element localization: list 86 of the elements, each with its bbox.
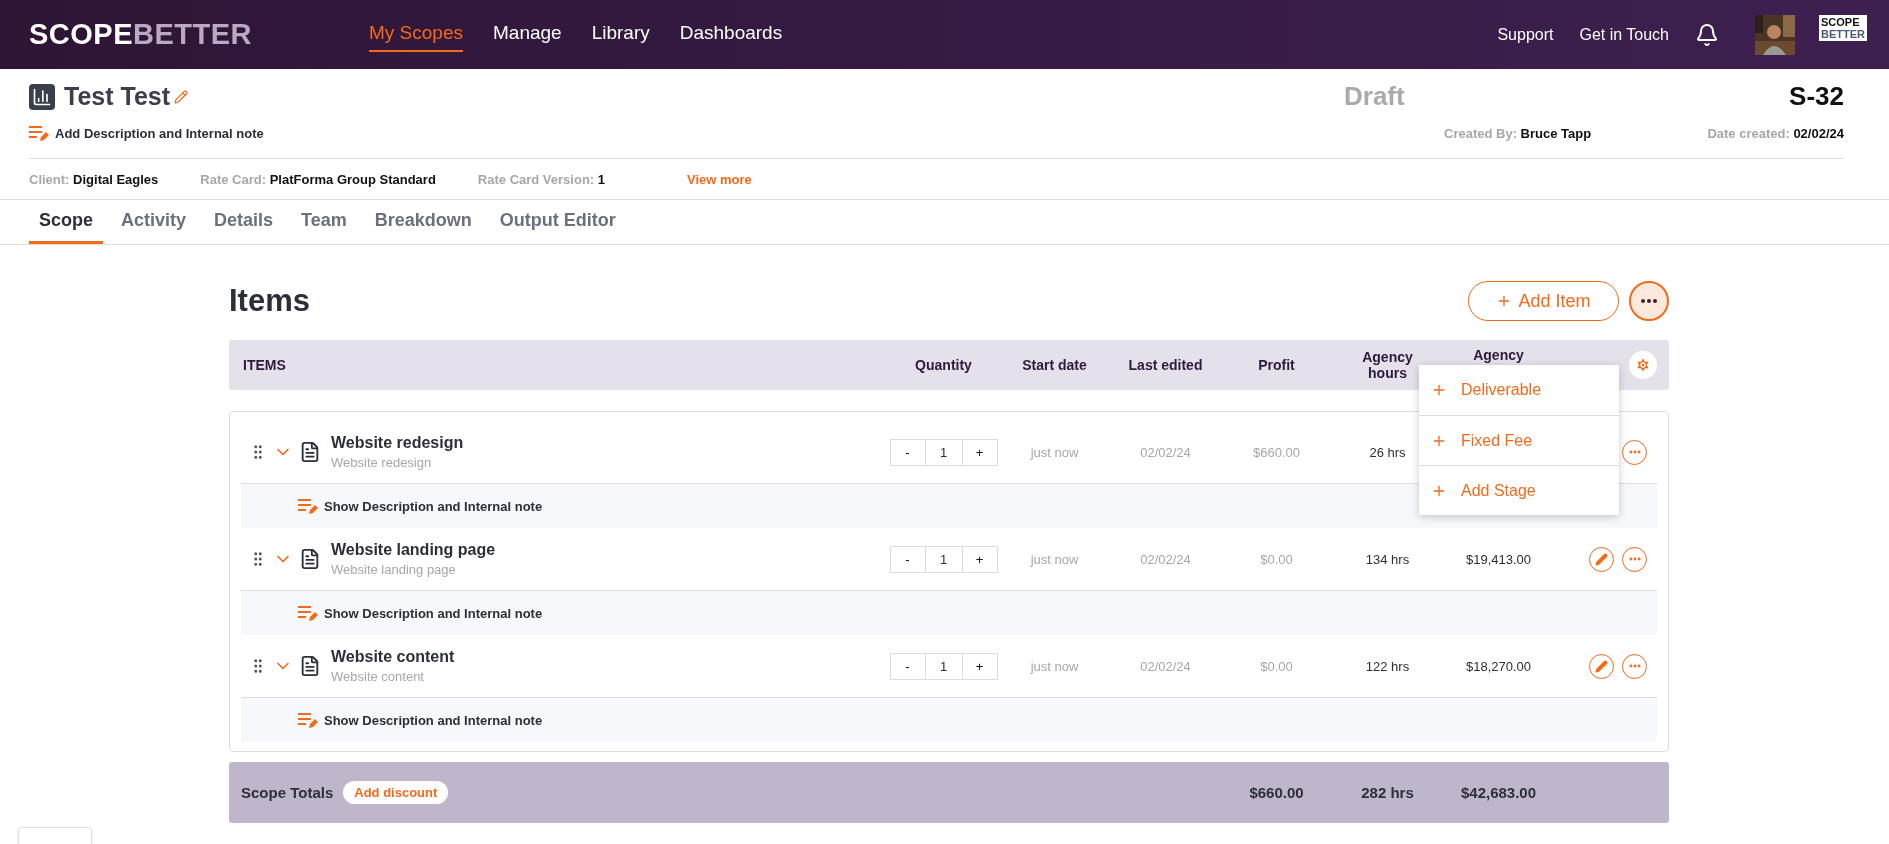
organization-logo: SCOPE BETTER bbox=[1819, 14, 1867, 41]
chart-icon bbox=[29, 83, 55, 110]
created-by: Created By: Bruce Tapp bbox=[1444, 125, 1593, 141]
scope-title: Test Test bbox=[64, 82, 171, 111]
show-description-link[interactable]: Show Description and Internal note bbox=[324, 498, 543, 514]
item-subtitle: Website content bbox=[331, 669, 425, 684]
increase-button[interactable]: + bbox=[961, 545, 998, 573]
tab[interactable]: Output Editor bbox=[489, 200, 626, 244]
tab[interactable]: Activity bbox=[111, 200, 197, 244]
item-subtitle: Website redesign bbox=[331, 455, 433, 470]
logo[interactable]: SCOPEBETTER bbox=[29, 18, 339, 51]
edit-button[interactable] bbox=[1589, 653, 1614, 679]
pencil-icon bbox=[1595, 552, 1608, 566]
note-icon bbox=[298, 604, 318, 622]
note-icon bbox=[298, 711, 318, 729]
table-cell-text: $0.00 bbox=[1259, 551, 1294, 567]
section-heading: Items bbox=[229, 283, 310, 319]
item-name: Website redesign bbox=[331, 434, 464, 452]
nav-link[interactable]: Manage bbox=[493, 17, 562, 52]
table-cell-text: $660.00 bbox=[1252, 444, 1301, 460]
tab[interactable]: Breakdown bbox=[364, 200, 482, 244]
item-subtitle: Website landing page bbox=[331, 562, 457, 577]
show-description-link[interactable]: Show Description and Internal note bbox=[324, 712, 543, 728]
totals-label: Scope Totals bbox=[241, 784, 334, 801]
quantity-field[interactable]: 1 bbox=[925, 438, 962, 466]
total-profit: $660.00 bbox=[1248, 784, 1305, 801]
note-icon bbox=[29, 124, 49, 142]
note-icon bbox=[298, 497, 318, 515]
settings-icon bbox=[1635, 357, 1651, 373]
table-cell-text: $19,413.00 bbox=[1464, 551, 1533, 567]
item-name: Website landing page bbox=[331, 541, 496, 559]
more-icon bbox=[1641, 299, 1657, 303]
item-name: Website content bbox=[331, 648, 455, 666]
meta-field: Client: Digital Eagles bbox=[29, 171, 159, 187]
plus-icon bbox=[1431, 382, 1447, 398]
tab[interactable]: Team bbox=[291, 200, 357, 244]
pencil-icon bbox=[1595, 659, 1608, 673]
status-label: Draft bbox=[1344, 81, 1406, 112]
table-cell-text: just now bbox=[1029, 658, 1080, 674]
document-icon bbox=[299, 441, 321, 463]
nav-link[interactable]: Support bbox=[1497, 25, 1554, 44]
document-icon bbox=[299, 655, 321, 677]
description-link[interactable]: Add Description and Internal note bbox=[55, 125, 264, 141]
table-cell-text: just now bbox=[1029, 444, 1080, 460]
column-header: ITEMS bbox=[242, 357, 287, 373]
column-header: Agency bbox=[1472, 346, 1525, 363]
increase-button[interactable]: + bbox=[961, 652, 998, 680]
table-cell-text: 122 hrs bbox=[1364, 658, 1411, 674]
tab[interactable]: Details bbox=[204, 200, 284, 244]
table-cell-text: $0.00 bbox=[1259, 658, 1294, 674]
meta-field: Rate Card Version: 1 bbox=[477, 171, 606, 187]
scope-number: S-32 bbox=[1788, 81, 1844, 112]
table-cell-text: 134 hrs bbox=[1364, 551, 1411, 567]
decrease-button[interactable]: - bbox=[889, 652, 926, 680]
table-cell-text: 02/02/24 bbox=[1139, 444, 1192, 460]
tab[interactable]: Scope bbox=[29, 200, 104, 244]
table-cell-text: $18,270.00 bbox=[1464, 658, 1533, 674]
nav-link[interactable]: Get in Touch bbox=[1579, 25, 1669, 44]
table-cell-text: 26 hrs bbox=[1368, 444, 1407, 460]
total-agency: $42,683.00 bbox=[1459, 784, 1538, 801]
bell-icon[interactable] bbox=[1695, 22, 1719, 47]
quantity-field[interactable]: 1 bbox=[925, 652, 962, 680]
show-description-link[interactable]: Show Description and Internal note bbox=[324, 605, 543, 621]
document-icon bbox=[299, 548, 321, 570]
quantity-field[interactable]: 1 bbox=[925, 545, 962, 573]
decrease-button[interactable]: - bbox=[889, 545, 926, 573]
table-cell-text: 02/02/24 bbox=[1139, 658, 1192, 674]
meta-field: Rate Card: PlatForma Group Standard bbox=[200, 171, 436, 187]
increase-button[interactable]: + bbox=[961, 438, 998, 466]
column-header: Profit bbox=[1257, 357, 1296, 373]
settings-button[interactable] bbox=[1629, 351, 1657, 379]
table-cell-text: just now bbox=[1029, 551, 1080, 567]
decrease-button[interactable]: - bbox=[889, 438, 926, 466]
table-cell-text: 02/02/24 bbox=[1139, 551, 1192, 567]
edit-button[interactable] bbox=[1589, 546, 1614, 572]
nav-link[interactable]: Library bbox=[591, 17, 650, 52]
total-hours: 282 hrs bbox=[1360, 784, 1415, 801]
column-header: Quantity bbox=[914, 357, 973, 373]
date-created: Date created: 02/02/24 bbox=[1706, 125, 1844, 141]
nav-link[interactable]: Dashboards bbox=[679, 17, 783, 52]
edit-icon[interactable] bbox=[174, 89, 189, 104]
column-header: Start date bbox=[1021, 357, 1088, 373]
nav-link[interactable]: My Scopes bbox=[369, 17, 463, 52]
column-header: Last edited bbox=[1127, 357, 1204, 373]
more-button[interactable] bbox=[1629, 281, 1669, 321]
column-header: Agency hours bbox=[1361, 349, 1414, 381]
